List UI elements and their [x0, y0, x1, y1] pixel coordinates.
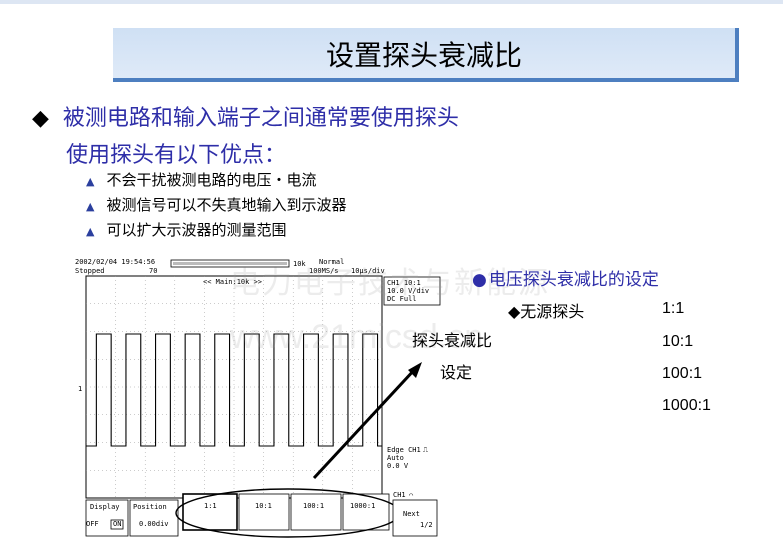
diamond-bullet-icon: ◆: [32, 106, 49, 131]
ratio-10-1-label: 10:1: [255, 502, 272, 510]
ratio-item: 10:1: [662, 333, 694, 350]
scope-status: Stopped: [75, 267, 105, 275]
sub-bullet-text: 被测信号可以不失真地输入到示波器: [106, 196, 347, 214]
annotation-line1: 探头衰减比: [412, 331, 493, 350]
scope-count: 70: [149, 267, 157, 275]
main-bullet-text: 被测电路和输入端子之间通常要使用探头: [62, 106, 459, 131]
title-banner: 设置探头衰减比: [113, 28, 739, 82]
top-rule: [0, 0, 783, 4]
ratio-item: 1000:1: [662, 397, 711, 414]
ratio-100-1-label: 100:1: [303, 502, 324, 510]
sub-bullet: ▲ 被测信号可以不失真地输入到示波器: [86, 194, 346, 215]
triangle-bullet-icon: ▲: [86, 175, 95, 188]
position-softkey-label: Position: [133, 503, 167, 511]
ratio-100-1-softkey[interactable]: [290, 493, 342, 531]
main-bullet-line2: 使用探头有以下优点：: [66, 143, 287, 168]
circle-bullet-icon: ●: [472, 270, 487, 290]
right-heading: ● 电压探头衰减比的设定: [472, 265, 659, 290]
ch1-label: CH1: [393, 491, 406, 499]
triangle-bullet-icon: ▲: [86, 225, 95, 238]
next-softkey[interactable]: [392, 499, 438, 537]
sub-bullet-text: 可以扩大示波器的测量范围: [106, 221, 287, 239]
sub-bullet-text: 不会干扰被测电路的电压・电流: [106, 171, 317, 189]
next-label: Next: [403, 510, 420, 518]
ratio-1000-1-label: 1000:1: [350, 502, 375, 510]
sub-bullet: ▲ 不会干扰被测电路的电压・电流: [86, 169, 316, 190]
display-on-option[interactable]: ON: [113, 520, 121, 528]
ratio-item: 100:1: [662, 365, 703, 382]
slide-title: 设置探头衰减比: [325, 39, 522, 72]
position-value: 0.00div: [139, 520, 169, 528]
probe-icon: ⌒: [409, 491, 413, 499]
next-page: 1/2: [420, 521, 433, 529]
ratio-1-1-label: 1:1: [204, 502, 217, 510]
annotation-arrow: [312, 362, 422, 480]
annotation-line2: 设定: [440, 363, 473, 382]
ratio-10-1-softkey[interactable]: [238, 493, 290, 531]
display-off-option[interactable]: OFF: [86, 520, 99, 528]
main-bullet: ◆ 被测电路和输入端子之间通常要使用探头: [32, 100, 459, 132]
ratio-item: 1:1: [662, 300, 685, 317]
passive-probe-label: ◆无源探头: [508, 302, 585, 321]
sub-bullet: ▲ 可以扩大示波器的测量范围: [86, 219, 286, 240]
scope-datetime: 2002/02/04 19:54:56: [75, 258, 155, 266]
display-softkey-label: Display: [90, 503, 120, 511]
channel-marker: 1: [78, 385, 82, 393]
right-heading-text: 电压探头衰减比的设定: [488, 270, 659, 290]
triangle-bullet-icon: ▲: [86, 200, 95, 213]
